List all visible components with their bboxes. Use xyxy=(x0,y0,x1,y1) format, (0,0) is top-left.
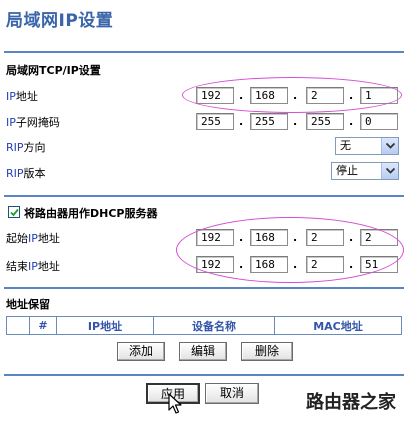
ip-address-label: IP地址 xyxy=(6,88,38,104)
subnet-mask-label: IP子网掩码 xyxy=(6,114,60,130)
start-ip-octet-1[interactable]: 192 xyxy=(196,229,234,246)
rip-direction-value: 无 xyxy=(340,139,351,152)
section-heading-lan: 局域网TCP/IP设置 xyxy=(6,64,101,77)
ip-octet-4[interactable]: 1 xyxy=(360,87,398,104)
ip-label-suffix: 地址 xyxy=(15,90,38,103)
divider xyxy=(4,195,404,197)
start-label-suffix: 地址 xyxy=(37,232,60,245)
ip-dot: . xyxy=(239,89,244,102)
rip-version-label: RIP版本 xyxy=(6,165,46,181)
rip-version-select[interactable]: 停止 xyxy=(331,162,399,180)
start-label-mid: IP xyxy=(28,232,38,245)
end-ip-label: 结束IP地址 xyxy=(6,258,60,274)
divider xyxy=(4,374,404,376)
delete-button[interactable]: 删除 xyxy=(241,342,293,361)
cancel-button[interactable]: 取消 xyxy=(205,383,259,404)
ip-octet-2[interactable]: 168 xyxy=(250,87,288,104)
mask-dot: . xyxy=(293,115,298,128)
ip-dot: . xyxy=(239,231,244,244)
add-button[interactable]: 添加 xyxy=(117,342,165,361)
end-ip-octet-3[interactable]: 2 xyxy=(306,256,344,273)
rip-ver-label-prefix: RIP xyxy=(6,167,24,180)
start-label-prefix: 起始 xyxy=(6,232,28,245)
mask-label-suffix: 子网掩码 xyxy=(15,116,60,129)
end-ip-octet-1[interactable]: 192 xyxy=(196,256,234,273)
ip-dot: . xyxy=(349,231,354,244)
table-header-row: # IP地址 设备名称 MAC地址 xyxy=(6,316,402,335)
rip-version-value: 停止 xyxy=(336,164,358,177)
end-ip-octet-4[interactable]: 51 xyxy=(360,256,398,273)
mask-octet-1[interactable]: 255 xyxy=(196,113,234,130)
mouse-cursor-icon xyxy=(168,393,182,414)
column-header-mac: MAC地址 xyxy=(274,316,402,335)
annotation-ellipse xyxy=(176,217,404,283)
table-header-cell xyxy=(6,316,30,335)
start-ip-octet-2[interactable]: 168 xyxy=(250,229,288,246)
end-label-mid: IP xyxy=(28,260,38,273)
mask-label-prefix: IP xyxy=(6,116,16,129)
rip-dir-label-suffix: 方向 xyxy=(23,141,46,154)
start-ip-label: 起始IP地址 xyxy=(6,230,60,246)
rip-direction-label: RIP方向 xyxy=(6,139,46,155)
rip-direction-select[interactable]: 无 xyxy=(335,137,399,155)
start-ip-octet-4[interactable]: 2 xyxy=(360,229,398,246)
column-header-device: 设备名称 xyxy=(153,316,275,335)
ip-dot: . xyxy=(293,89,298,102)
ip-octet-1[interactable]: 192 xyxy=(196,87,234,104)
ip-dot: . xyxy=(239,258,244,271)
rip-dir-label-prefix: RIP xyxy=(6,141,24,154)
section-heading-reserve: 地址保留 xyxy=(6,298,50,311)
rip-ver-label-suffix: 版本 xyxy=(23,167,46,180)
mask-dot: . xyxy=(239,115,244,128)
dhcp-checkbox-label: 将路由器用作DHCP服务器 xyxy=(24,207,158,220)
ip-dot: . xyxy=(349,258,354,271)
end-label-suffix: 地址 xyxy=(37,260,60,273)
ip-label-prefix: IP xyxy=(6,90,16,103)
ip-octet-3[interactable]: 2 xyxy=(306,87,344,104)
end-label-prefix: 结束 xyxy=(6,260,28,273)
edit-button[interactable]: 编辑 xyxy=(179,342,227,361)
ip-dot: . xyxy=(293,231,298,244)
mask-octet-2[interactable]: 255 xyxy=(250,113,288,130)
mask-octet-3[interactable]: 255 xyxy=(306,113,344,130)
mask-octet-4[interactable]: 0 xyxy=(360,113,398,130)
reservation-table: # IP地址 设备名称 MAC地址 xyxy=(6,316,402,335)
checkmark-icon xyxy=(9,208,19,216)
mask-dot: . xyxy=(349,115,354,128)
divider xyxy=(4,287,404,289)
page-title: 局域网IP设置 xyxy=(6,11,114,31)
watermark-text: 路由器之家 xyxy=(306,392,396,413)
column-header-ip: IP地址 xyxy=(56,316,154,335)
start-ip-octet-3[interactable]: 2 xyxy=(306,229,344,246)
dhcp-checkbox[interactable] xyxy=(8,206,20,218)
column-header-index: # xyxy=(29,316,57,335)
ip-dot: . xyxy=(349,89,354,102)
divider xyxy=(4,51,404,53)
end-ip-octet-2[interactable]: 168 xyxy=(250,256,288,273)
chevron-down-icon[interactable] xyxy=(381,163,398,179)
ip-dot: . xyxy=(293,258,298,271)
chevron-down-icon[interactable] xyxy=(381,138,398,154)
